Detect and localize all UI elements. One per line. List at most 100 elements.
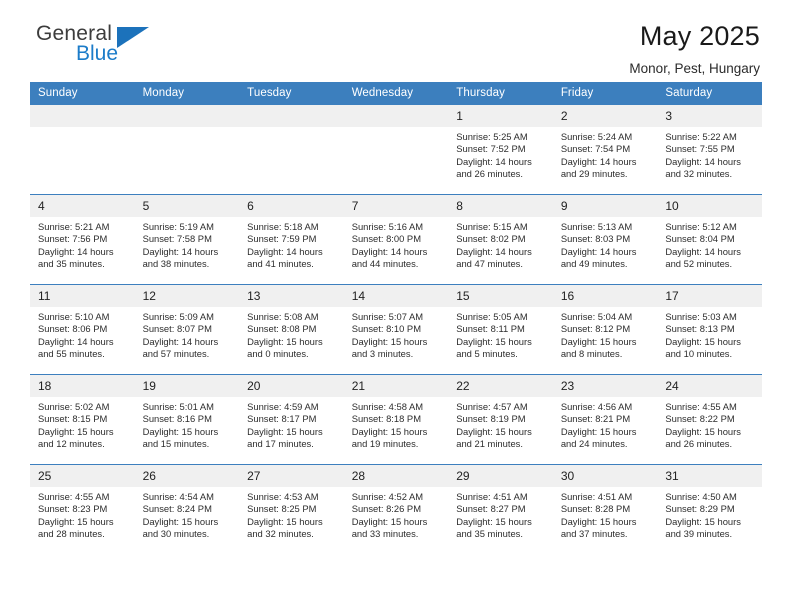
sunset-text: Sunset: 8:03 PM — [560, 233, 631, 245]
calendar-day-cell-empty — [239, 104, 344, 195]
daylight-text-line2: and 19 minutes. — [351, 437, 419, 449]
sun-info: Sunrise: 4:50 AM Sunset: 8:29 PM Daylight:… — [657, 487, 762, 540]
daylight-text-line2: and 39 minutes. — [665, 527, 733, 539]
calendar-day-cell[interactable]: 21 Sunrise: 4:58 AM Sunset: 8:18 PM Dayligh… — [343, 374, 449, 465]
calendar-page: General Blue May 2025 Monor, Pest, Hunga… — [0, 0, 792, 612]
calendar-day-cell[interactable]: 29 Sunrise: 4:51 AM Sunset: 8:27 PM Dayligh… — [448, 464, 553, 555]
day-number: 9 — [552, 195, 658, 217]
day-number: 27 — [239, 465, 344, 487]
calendar-day-cell[interactable]: 15 Sunrise: 5:05 AM Sunset: 8:11 PM Dayligh… — [448, 284, 553, 375]
sunrise-text: Sunrise: 5:24 AM — [560, 131, 633, 142]
brand-name-blue: Blue — [76, 42, 119, 65]
calendar-day-cell-empty — [134, 104, 240, 195]
daylight-text-line2: and 47 minutes. — [456, 257, 523, 269]
daylight-text-line2: and 35 minutes. — [456, 527, 523, 539]
day-number: 28 — [343, 465, 449, 487]
day-number: 26 — [134, 465, 240, 487]
daylight-text-line2: and 0 minutes. — [247, 347, 309, 359]
day-number — [239, 105, 344, 127]
calendar-day-cell[interactable]: 30 Sunrise: 4:51 AM Sunset: 8:28 PM Dayligh… — [552, 464, 658, 555]
daylight-text-line2: and 15 minutes. — [142, 437, 210, 449]
sun-info: Sunrise: 4:51 AM Sunset: 8:27 PM Daylight:… — [448, 487, 553, 540]
calendar-day-cell[interactable]: 3 Sunrise: 5:22 AM Sunset: 7:55 PM Daylight… — [657, 104, 762, 195]
day-number: 22 — [448, 375, 553, 397]
calendar-day-cell[interactable]: 1 Sunrise: 5:25 AM Sunset: 7:52 PM Daylight… — [448, 104, 553, 195]
sunset-text: Sunset: 7:52 PM — [456, 143, 526, 155]
calendar-day-cell[interactable]: 10 Sunrise: 5:12 AM Sunset: 8:04 PM Dayligh… — [657, 194, 762, 285]
calendar-day-cell[interactable]: 31 Sunrise: 4:50 AM Sunset: 8:29 PM Dayligh… — [657, 464, 762, 555]
calendar-day-cell[interactable]: 25 Sunrise: 4:55 AM Sunset: 8:23 PM Dayligh… — [30, 464, 135, 555]
daylight-text-line2: and 30 minutes. — [142, 527, 210, 539]
daylight-text-line2: and 35 minutes. — [38, 257, 105, 269]
calendar-day-cell[interactable]: 23 Sunrise: 4:56 AM Sunset: 8:21 PM Dayligh… — [552, 374, 658, 465]
calendar-day-cell[interactable]: 13 Sunrise: 5:08 AM Sunset: 8:08 PM Dayligh… — [239, 284, 344, 375]
sunrise-text: Sunrise: 4:50 AM — [665, 491, 737, 502]
daylight-text-line2: and 29 minutes. — [560, 167, 628, 179]
calendar-day-cell[interactable]: 22 Sunrise: 4:57 AM Sunset: 8:19 PM Dayligh… — [448, 374, 553, 465]
day-number: 25 — [30, 465, 135, 487]
calendar-day-cell[interactable]: 11 Sunrise: 5:10 AM Sunset: 8:06 PM Dayligh… — [30, 284, 135, 375]
day-number — [30, 105, 135, 127]
sun-info: Sunrise: 5:24 AM Sunset: 7:54 PM Daylight:… — [553, 127, 658, 180]
sun-info: Sunrise: 4:51 AM Sunset: 8:28 PM Daylight:… — [553, 487, 658, 540]
calendar-day-cell[interactable]: 6 Sunrise: 5:18 AM Sunset: 7:59 PM Daylight… — [239, 194, 344, 285]
daylight-text-line2: and 37 minutes. — [560, 527, 628, 539]
calendar-table: Sunday Monday Tuesday Wednesday Thursday… — [30, 82, 762, 555]
sun-info: Sunrise: 5:15 AM Sunset: 8:02 PM Daylight:… — [448, 217, 553, 270]
sunrise-text: Sunrise: 5:04 AM — [560, 311, 633, 322]
day-number: 24 — [657, 375, 762, 397]
sunrise-text: Sunrise: 5:10 AM — [38, 311, 110, 322]
calendar-day-cell[interactable]: 26 Sunrise: 4:54 AM Sunset: 8:24 PM Dayligh… — [134, 464, 240, 555]
calendar-day-cell[interactable]: 7 Sunrise: 5:16 AM Sunset: 8:00 PM Daylight… — [343, 194, 449, 285]
daylight-text-line1: Daylight: 15 hours — [560, 335, 637, 347]
daylight-text-line1: Daylight: 14 hours — [456, 155, 532, 167]
weekday-header-wednesday: Wednesday — [343, 82, 449, 105]
sun-info: Sunrise: 4:59 AM Sunset: 8:17 PM Daylight:… — [239, 397, 344, 450]
daylight-text-line1: Daylight: 15 hours — [665, 515, 741, 527]
calendar-week-row: 18 Sunrise: 5:02 AM Sunset: 8:15 PM Dayligh… — [30, 374, 762, 465]
daylight-text-line2: and 8 minutes. — [560, 347, 623, 359]
calendar-day-cell[interactable]: 28 Sunrise: 4:52 AM Sunset: 8:26 PM Dayligh… — [343, 464, 449, 555]
sunrise-text: Sunrise: 5:15 AM — [456, 221, 528, 232]
brand-logo[interactable]: General Blue — [36, 22, 266, 65]
calendar-day-cell[interactable]: 18 Sunrise: 5:02 AM Sunset: 8:15 PM Dayligh… — [30, 374, 135, 465]
calendar-day-cell[interactable]: 5 Sunrise: 5:19 AM Sunset: 7:58 PM Daylight… — [134, 194, 240, 285]
daylight-text-line1: Daylight: 15 hours — [247, 515, 323, 527]
sun-info: Sunrise: 5:04 AM Sunset: 8:12 PM Daylight:… — [553, 307, 658, 360]
calendar-day-cell[interactable]: 9 Sunrise: 5:13 AM Sunset: 8:03 PM Daylight… — [552, 194, 658, 285]
calendar-day-cell[interactable]: 27 Sunrise: 4:53 AM Sunset: 8:25 PM Dayligh… — [239, 464, 344, 555]
sunset-text: Sunset: 8:00 PM — [351, 233, 421, 245]
day-number: 15 — [448, 285, 553, 307]
calendar-day-cell[interactable]: 20 Sunrise: 4:59 AM Sunset: 8:17 PM Dayligh… — [239, 374, 344, 465]
sunset-text: Sunset: 8:23 PM — [38, 503, 108, 515]
daylight-text-line1: Daylight: 15 hours — [247, 335, 323, 347]
sunrise-text: Sunrise: 5:07 AM — [351, 311, 424, 322]
calendar-day-cell[interactable]: 4 Sunrise: 5:21 AM Sunset: 7:56 PM Daylight… — [30, 194, 135, 285]
daylight-text-line1: Daylight: 14 hours — [38, 335, 114, 347]
day-number: 21 — [343, 375, 449, 397]
sunset-text: Sunset: 8:29 PM — [665, 503, 735, 515]
sun-info: Sunrise: 5:25 AM Sunset: 7:52 PM Daylight:… — [448, 127, 553, 180]
calendar-day-cell[interactable]: 8 Sunrise: 5:15 AM Sunset: 8:02 PM Daylight… — [448, 194, 553, 285]
day-number: 18 — [30, 375, 135, 397]
sun-info: Sunrise: 4:53 AM Sunset: 8:25 PM Daylight:… — [239, 487, 344, 540]
daylight-text-line1: Daylight: 14 hours — [38, 245, 114, 257]
calendar-day-cell[interactable]: 19 Sunrise: 5:01 AM Sunset: 8:16 PM Dayligh… — [134, 374, 240, 465]
sunset-text: Sunset: 7:59 PM — [247, 233, 317, 245]
sunset-text: Sunset: 8:21 PM — [560, 413, 631, 425]
day-number: 8 — [448, 195, 553, 217]
calendar-day-cell-empty — [30, 104, 135, 195]
calendar-day-cell[interactable]: 2 Sunrise: 5:24 AM Sunset: 7:54 PM Daylight… — [552, 104, 658, 195]
day-number: 7 — [343, 195, 449, 217]
calendar-day-cell[interactable]: 24 Sunrise: 4:55 AM Sunset: 8:22 PM Dayligh… — [657, 374, 762, 465]
calendar-day-cell[interactable]: 14 Sunrise: 5:07 AM Sunset: 8:10 PM Dayligh… — [343, 284, 449, 375]
calendar-day-cell[interactable]: 17 Sunrise: 5:03 AM Sunset: 8:13 PM Dayligh… — [657, 284, 762, 375]
daylight-text-line1: Daylight: 15 hours — [560, 515, 637, 527]
sunset-text: Sunset: 8:12 PM — [560, 323, 631, 335]
daylight-text-line1: Daylight: 14 hours — [560, 245, 637, 257]
day-number: 4 — [30, 195, 135, 217]
calendar-day-cell[interactable]: 12 Sunrise: 5:09 AM Sunset: 8:07 PM Dayligh… — [134, 284, 240, 375]
calendar-day-cell[interactable]: 16 Sunrise: 5:04 AM Sunset: 8:12 PM Dayligh… — [552, 284, 658, 375]
day-number: 31 — [657, 465, 762, 487]
daylight-text-line2: and 41 minutes. — [247, 257, 314, 269]
